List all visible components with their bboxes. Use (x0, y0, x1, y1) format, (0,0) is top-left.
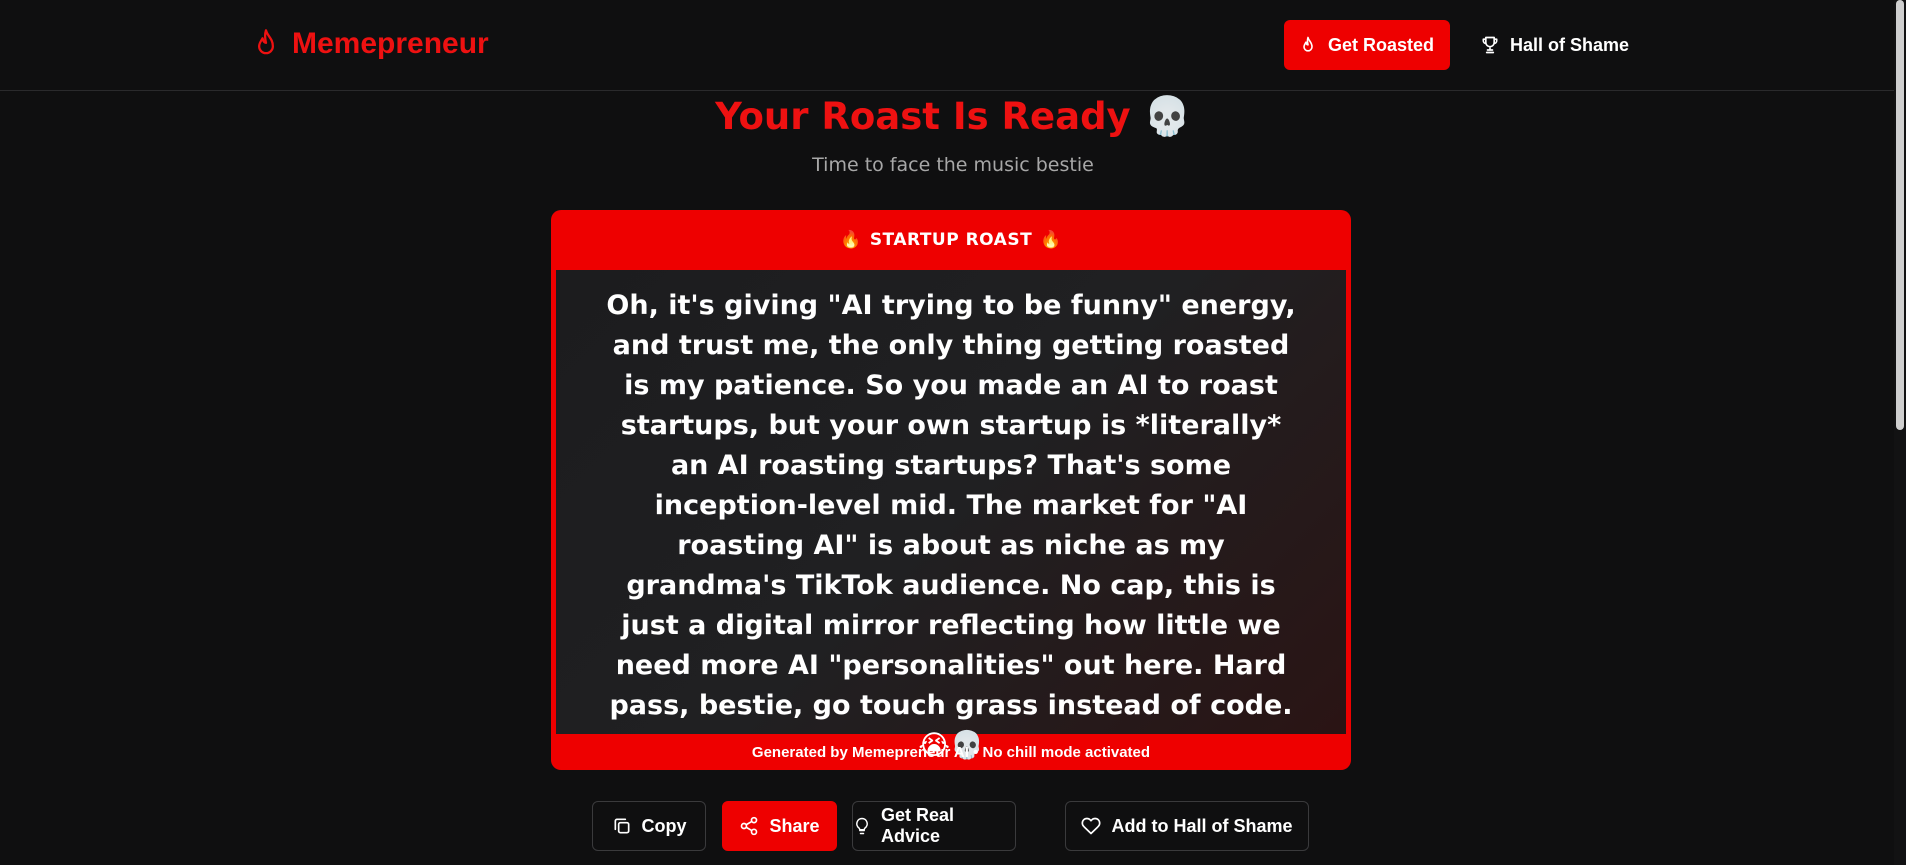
trophy-icon (1480, 35, 1500, 55)
get-real-advice-button[interactable]: Get Real Advice (852, 801, 1016, 851)
brand-name: Memepreneur (292, 27, 489, 60)
roast-card-title: STARTUP ROAST (869, 230, 1033, 250)
add-to-hall-of-shame-button[interactable]: Add to Hall of Shame (1065, 801, 1309, 851)
fire-emoji-right: 🔥 (1040, 230, 1062, 250)
roast-card: 🔥 STARTUP ROAST 🔥 Oh, it's giving "AI tr… (551, 210, 1351, 770)
copy-icon (612, 816, 632, 836)
hall-of-shame-label: Hall of Shame (1510, 34, 1630, 55)
get-roasted-button[interactable]: Get Roasted (1284, 20, 1450, 70)
roast-card-header: 🔥 STARTUP ROAST 🔥 (551, 210, 1351, 270)
roast-text: Oh, it's giving "AI trying to be funny" … (556, 270, 1346, 761)
flame-icon (1300, 36, 1316, 55)
get-roasted-label: Get Roasted (1327, 34, 1435, 55)
add-to-hall-of-shame-label: Add to Hall of Shame (1111, 815, 1293, 836)
lightbulb-icon (853, 816, 871, 836)
copy-button[interactable]: Copy (592, 801, 706, 851)
brand-logo[interactable]: Memepreneur (252, 27, 489, 61)
share-icon (739, 816, 759, 836)
fire-emoji-left: 🔥 (840, 230, 862, 250)
page-subtitle: Time to face the music bestie (812, 154, 1094, 176)
skull-emoji: 💀 (1143, 94, 1191, 138)
roast-card-footer: Generated by Memepreneur AI • No chill m… (751, 743, 1151, 761)
flame-icon (252, 28, 280, 60)
get-real-advice-label: Get Real Advice (881, 805, 955, 846)
page-scrollbar[interactable] (1894, 0, 1906, 865)
page-title-text: Your Roast Is Ready (715, 95, 1131, 138)
share-label: Share (769, 815, 820, 836)
hall-of-shame-nav-button[interactable]: Hall of Shame (1480, 20, 1629, 70)
page-title: Your Roast Is Ready 💀 (0, 94, 1906, 139)
top-navigation-bar: Memepreneur Get Roasted Hall of Shame (0, 0, 1906, 91)
copy-label: Copy (641, 815, 687, 836)
heart-icon (1081, 816, 1101, 836)
scrollbar-thumb[interactable] (1896, 0, 1904, 430)
share-button[interactable]: Share (722, 801, 837, 851)
